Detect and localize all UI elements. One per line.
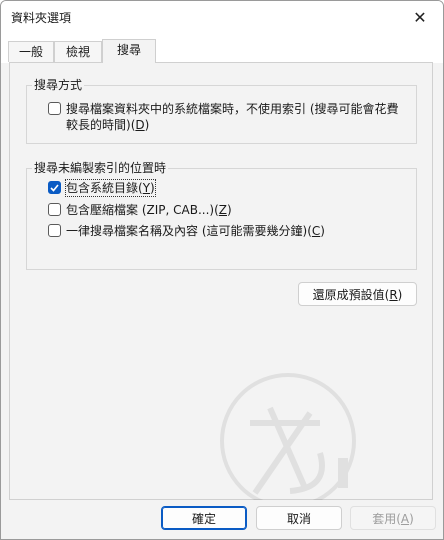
restore-defaults-button[interactable]: 還原成預設值(R): [298, 282, 417, 306]
search-names-contents-label: 一律搜尋檔案名稱及內容 (這可能需要幾分鐘)(C): [66, 224, 325, 238]
no-index-label: 搜尋檔案資料夾中的系統檔案時，不使用索引 (搜尋可能會花費 較長的時間)(D): [66, 102, 399, 132]
search-names-contents-checkbox[interactable]: [48, 224, 61, 237]
tab-view-label: 檢視: [65, 45, 90, 59]
tab-view[interactable]: 檢視: [54, 41, 102, 62]
include-compressed-label: 包含壓縮檔案 (ZIP, CAB...)(Z): [66, 203, 232, 217]
tab-general-label: 一般: [18, 45, 43, 59]
tab-search[interactable]: 搜尋: [102, 39, 156, 63]
non-indexed-title: 搜尋未編製索引的位置時: [32, 159, 169, 176]
no-index-option[interactable]: 搜尋檔案資料夾中的系統檔案時，不使用索引 (搜尋可能會花費 較長的時間)(D): [48, 101, 414, 133]
cancel-button[interactable]: 取消: [256, 506, 342, 530]
ok-button[interactable]: 確定: [161, 506, 247, 530]
tab-general[interactable]: 一般: [8, 41, 54, 62]
restore-defaults-label: 還原成預設值(R): [312, 287, 403, 302]
folder-options-dialog: 資料夾選項 ✕ 一般 檢視 搜尋 搜尋方式 搜尋檔案資料夾中的系統檔案時，不使用…: [0, 0, 444, 540]
include-system-dirs-label: 包含系統目錄(Y): [65, 179, 156, 197]
close-icon: ✕: [413, 7, 427, 27]
tab-search-label: 搜尋: [116, 43, 141, 57]
apply-button-label: 套用(A): [372, 511, 414, 526]
no-index-checkbox[interactable]: [48, 102, 61, 115]
search-method-title: 搜尋方式: [32, 76, 85, 93]
search-names-contents-option[interactable]: 一律搜尋檔案名稱及內容 (這可能需要幾分鐘)(C): [48, 223, 325, 239]
ok-button-label: 確定: [191, 511, 216, 526]
cancel-button-label: 取消: [286, 511, 311, 526]
include-system-dirs-checkbox[interactable]: [48, 181, 61, 194]
title-bar: 資料夾選項 ✕: [1, 1, 443, 33]
apply-button[interactable]: 套用(A): [350, 506, 436, 530]
dialog-title: 資料夾選項: [11, 11, 72, 25]
include-system-dirs-option[interactable]: 包含系統目錄(Y): [48, 179, 156, 197]
watermark-seal-icon: [220, 373, 356, 509]
search-tab-panel: 搜尋方式 搜尋檔案資料夾中的系統檔案時，不使用索引 (搜尋可能會花費 較長的時間…: [9, 62, 433, 509]
include-compressed-checkbox[interactable]: [48, 203, 61, 216]
include-compressed-option[interactable]: 包含壓縮檔案 (ZIP, CAB...)(Z): [48, 202, 232, 218]
checkmark-icon: [50, 183, 59, 192]
close-button[interactable]: ✕: [397, 1, 443, 33]
